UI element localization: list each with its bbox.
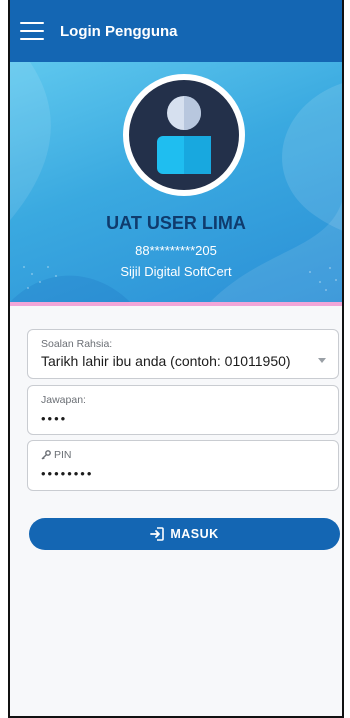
app-title: Login Pengguna [60,22,178,40]
chevron-down-icon[interactable] [318,358,326,363]
banner-divider [10,302,342,306]
pin-value: •••••••• [41,466,94,481]
pin-field[interactable]: PIN •••••••• [27,440,339,491]
answer-value: •••• [41,411,68,426]
user-avatar [123,74,245,196]
user-avatar-icon [129,80,239,190]
app-bar: Login Pengguna [10,0,342,62]
profile-banner: UAT USER LIMA 88*********205 Sijil Digit… [10,62,342,302]
masked-user-id: 88*********205 [135,243,217,258]
pin-label-wrap: PIN [41,449,72,461]
login-button-label: MASUK [170,527,219,541]
app-frame: Login Pengguna UAT USER LIMA 88*********… [8,0,344,718]
pin-label: PIN [54,449,72,461]
login-button[interactable]: MASUK [29,518,340,550]
secret-question-value: Tarikh lahir ibu anda (contoh: 01011950) [41,353,291,369]
answer-label: Jawapan: [41,394,86,406]
secret-question-label: Soalan Rahsia: [41,338,113,350]
hamburger-icon[interactable] [20,22,44,40]
certificate-type: Sijil Digital SoftCert [120,264,232,279]
key-icon [41,450,51,460]
user-name: UAT USER LIMA [106,213,246,233]
secret-question-select[interactable]: Soalan Rahsia: Tarikh lahir ibu anda (co… [27,329,339,379]
answer-field[interactable]: Jawapan: •••• [27,385,339,435]
login-arrow-icon [150,527,165,541]
